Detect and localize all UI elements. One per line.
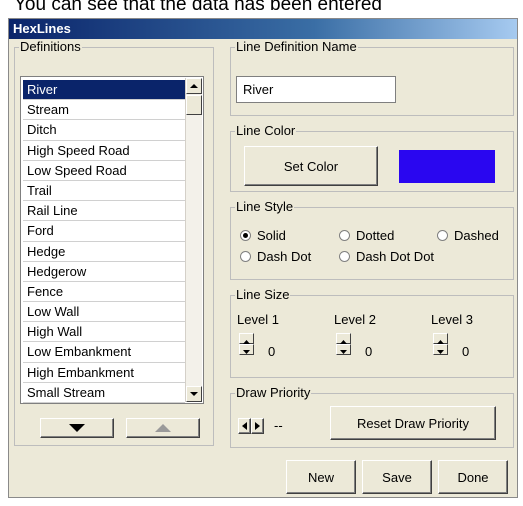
level-1-value: 0: [268, 344, 276, 359]
radio-dashed[interactable]: Dashed: [437, 228, 499, 243]
window-title: HexLines: [13, 21, 71, 36]
list-item[interactable]: High Speed Road: [23, 141, 185, 161]
caption-text: You can see that the data has been enter…: [14, 0, 382, 15]
list-item[interactable]: Trail: [23, 181, 185, 202]
new-button[interactable]: New: [286, 460, 356, 494]
radio-unselected-icon: [240, 251, 251, 262]
radio-unselected-icon: [339, 230, 350, 241]
draw-priority-value: --: [274, 418, 283, 433]
level-1-label: Level 1: [237, 312, 279, 327]
line-definition-name-input[interactable]: River: [236, 76, 396, 103]
title-bar[interactable]: HexLines: [9, 19, 517, 39]
spin-up-button[interactable]: [433, 333, 448, 344]
priority-increase-button[interactable]: [251, 418, 264, 434]
save-button[interactable]: Save: [362, 460, 432, 494]
move-down-button[interactable]: [40, 418, 114, 438]
line-color-legend: Line Color: [236, 123, 296, 138]
level-2-label: Level 2: [334, 312, 376, 327]
definitions-list[interactable]: River Stream Ditch High Speed Road Low Speed…: [20, 76, 204, 404]
radio-selected-icon: [240, 230, 251, 241]
spin-down-arrow-icon: [340, 350, 347, 354]
list-item[interactable]: Low Speed Road: [23, 161, 185, 181]
list-item[interactable]: Low Wall: [23, 302, 185, 323]
radio-solid[interactable]: Solid: [240, 228, 286, 243]
radio-dash-dot-label: Dash Dot: [257, 249, 312, 264]
list-item[interactable]: Low Embankment: [23, 342, 185, 363]
spin-up-button[interactable]: [336, 333, 351, 344]
triangle-down-icon: [69, 424, 85, 432]
list-item[interactable]: Stream: [23, 100, 185, 121]
list-item[interactable]: High Embankment: [23, 363, 185, 383]
definitions-legend: Definitions: [20, 39, 81, 54]
priority-decrease-button[interactable]: [238, 418, 251, 434]
triangle-left-icon: [242, 422, 247, 430]
line-style-legend: Line Style: [236, 199, 294, 214]
spin-down-button[interactable]: [239, 344, 254, 355]
line-size-legend: Line Size: [236, 287, 290, 302]
radio-dash-dot-dot[interactable]: Dash Dot Dot: [339, 249, 434, 264]
line-size-group: Line Size: [230, 288, 514, 378]
level-3-value: 0: [462, 344, 470, 359]
scroll-down-button[interactable]: [186, 386, 202, 402]
list-item[interactable]: Small Stream: [23, 383, 185, 403]
level-3-label: Level 3: [431, 312, 473, 327]
draw-priority-legend: Draw Priority: [236, 385, 311, 400]
spin-down-button[interactable]: [433, 344, 448, 355]
line-color-swatch: [399, 150, 495, 183]
radio-dotted-label: Dotted: [356, 228, 395, 243]
radio-dash-dot-dot-label: Dash Dot Dot: [356, 249, 435, 264]
done-button[interactable]: Done: [438, 460, 508, 494]
radio-unselected-icon: [339, 251, 350, 262]
spin-down-arrow-icon: [243, 350, 250, 354]
scroll-up-button[interactable]: [186, 78, 202, 94]
scroll-thumb[interactable]: [186, 95, 202, 115]
reset-draw-priority-button[interactable]: Reset Draw Priority: [330, 406, 496, 440]
level-1-spinner[interactable]: [239, 333, 254, 355]
spin-up-button[interactable]: [239, 333, 254, 344]
triangle-up-icon: [155, 424, 171, 432]
list-item[interactable]: River: [23, 80, 185, 101]
radio-unselected-icon: [437, 230, 448, 241]
list-item[interactable]: Ditch: [23, 120, 185, 141]
list-item[interactable]: Hedgerow: [23, 262, 185, 282]
list-item[interactable]: Ford: [23, 221, 185, 242]
move-up-button[interactable]: [126, 418, 200, 438]
spin-down-arrow-icon: [437, 350, 444, 354]
set-color-button[interactable]: Set Color: [244, 146, 378, 186]
list-scrollbar[interactable]: [185, 78, 202, 402]
scroll-up-arrow-icon: [190, 84, 198, 88]
list-item[interactable]: Hedge: [23, 242, 185, 262]
radio-dashed-label: Dashed: [454, 228, 499, 243]
level-2-spinner[interactable]: [336, 333, 351, 355]
level-3-spinner[interactable]: [433, 333, 448, 355]
list-item[interactable]: Rail Line: [23, 201, 185, 222]
triangle-right-icon: [255, 422, 260, 430]
level-2-value: 0: [365, 344, 373, 359]
scroll-down-arrow-icon: [190, 392, 198, 396]
list-item[interactable]: High Wall: [23, 322, 185, 343]
list-item[interactable]: Fence: [23, 282, 185, 303]
radio-dash-dot[interactable]: Dash Dot: [240, 249, 311, 264]
spin-down-button[interactable]: [336, 344, 351, 355]
radio-solid-label: Solid: [257, 228, 286, 243]
radio-dotted[interactable]: Dotted: [339, 228, 394, 243]
line-definition-name-legend: Line Definition Name: [236, 39, 357, 54]
